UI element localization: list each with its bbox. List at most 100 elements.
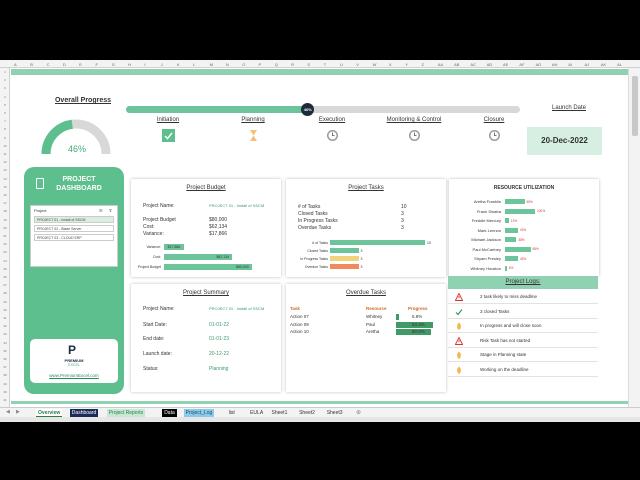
row-header[interactable]: 34 <box>0 341 10 345</box>
column-header[interactable]: AH <box>552 62 558 67</box>
add-sheet-icon[interactable]: ⊕ <box>356 409 361 416</box>
column-header[interactable]: H <box>128 62 131 67</box>
row-header[interactable]: 2 <box>0 78 10 82</box>
project-slicer[interactable]: Project ☰ ⊽ PROJECT 01 - Install of SSCM… <box>30 205 118 267</box>
tab-data[interactable]: Data <box>162 409 177 417</box>
row-header[interactable]: 13 <box>0 168 10 172</box>
column-header[interactable]: Q <box>275 62 278 67</box>
slicer-item[interactable]: PROJECT 03 - CLOUD ERP <box>34 234 114 241</box>
row-header[interactable]: 21 <box>0 234 10 238</box>
row-header[interactable]: 15 <box>0 185 10 189</box>
column-header[interactable]: J <box>161 62 163 67</box>
row-header[interactable]: 23 <box>0 250 10 254</box>
tab-sheet1[interactable]: Sheet1 <box>269 409 290 417</box>
row-header[interactable]: 3 <box>0 86 10 90</box>
row-header[interactable]: 41 <box>0 398 10 402</box>
column-header[interactable]: AK <box>601 62 606 67</box>
column-header[interactable]: O <box>242 62 245 67</box>
row-header[interactable]: 18 <box>0 209 10 213</box>
column-header[interactable]: R <box>291 62 294 67</box>
row-header[interactable]: 14 <box>0 177 10 181</box>
row-header[interactable]: 32 <box>0 324 10 328</box>
column-header[interactable]: I <box>144 62 145 67</box>
row-header[interactable]: 26 <box>0 275 10 279</box>
row-header[interactable]: 36 <box>0 357 10 361</box>
column-header[interactable]: AG <box>536 62 542 67</box>
row-header[interactable]: 38 <box>0 373 10 377</box>
row-header[interactable]: 8 <box>0 127 10 131</box>
tab-project-reports[interactable]: Project Reports <box>106 409 146 417</box>
phase-1[interactable]: Initiation <box>123 117 213 142</box>
tab-dashboard[interactable]: Dashboard <box>69 409 99 417</box>
phase-5[interactable]: Closure <box>449 117 539 142</box>
scrollbar-thumb[interactable] <box>632 76 638 136</box>
column-header[interactable]: T <box>324 62 326 67</box>
column-header[interactable]: C <box>47 62 50 67</box>
row-header[interactable]: 16 <box>0 193 10 197</box>
column-header[interactable]: Z <box>422 62 424 67</box>
column-header[interactable]: W <box>373 62 377 67</box>
column-header[interactable]: AF <box>519 62 524 67</box>
column-header[interactable]: U <box>340 62 343 67</box>
row-header[interactable]: 10 <box>0 144 10 148</box>
tab-scroll-left-icon[interactable]: ◀ <box>6 409 10 415</box>
column-header[interactable]: B <box>30 62 33 67</box>
column-header[interactable]: AA <box>438 62 443 67</box>
row-header[interactable]: 17 <box>0 201 10 205</box>
column-header[interactable]: G <box>112 62 115 67</box>
column-header[interactable]: P <box>259 62 262 67</box>
tab-sheet3[interactable]: Sheet3 <box>324 409 345 417</box>
row-header[interactable]: 40 <box>0 390 10 394</box>
phase-4[interactable]: Monitoring & Control <box>369 117 459 142</box>
column-header[interactable]: AB <box>454 62 459 67</box>
column-header[interactable]: AD <box>487 62 493 67</box>
column-header[interactable]: AI <box>568 62 572 67</box>
row-header[interactable]: 35 <box>0 349 10 353</box>
column-header[interactable]: N <box>226 62 229 67</box>
clear-filter-icon[interactable]: ⊽ <box>109 208 112 213</box>
column-header[interactable]: AJ <box>585 62 590 67</box>
row-header[interactable]: 29 <box>0 300 10 304</box>
row-header[interactable]: 22 <box>0 242 10 246</box>
tab-list[interactable]: list <box>226 409 237 417</box>
phase-2[interactable]: Planning <box>208 117 298 142</box>
column-header[interactable]: M <box>210 62 213 67</box>
column-header[interactable]: V <box>356 62 359 67</box>
row-header[interactable]: 37 <box>0 365 10 369</box>
column-header[interactable]: K <box>177 62 180 67</box>
row-header[interactable]: 33 <box>0 332 10 336</box>
column-header[interactable]: F <box>96 62 98 67</box>
row-header[interactable]: 12 <box>0 160 10 164</box>
website-link[interactable]: www.PremiumExcel.com <box>30 373 118 378</box>
column-header[interactable]: AL <box>617 62 622 67</box>
row-header[interactable]: 30 <box>0 308 10 312</box>
tab-scroll-right-icon[interactable]: ▶ <box>16 409 20 415</box>
column-header[interactable]: S <box>307 62 310 67</box>
slicer-item[interactable]: PROJECT 01 - Install of SSCM <box>34 216 114 223</box>
phase-3[interactable]: Execution <box>287 117 377 142</box>
tab-sheet2[interactable]: Sheet2 <box>297 409 317 417</box>
row-header[interactable]: 27 <box>0 283 10 287</box>
column-header[interactable]: AE <box>503 62 508 67</box>
row-header[interactable]: 24 <box>0 259 10 263</box>
tab-project-log[interactable]: Project_Log <box>183 409 215 417</box>
tab-overview[interactable]: Overview <box>36 409 63 417</box>
row-header[interactable]: 28 <box>0 291 10 295</box>
column-header[interactable]: D <box>63 62 66 67</box>
multi-select-icon[interactable]: ☰ <box>99 208 103 213</box>
row-header[interactable]: 9 <box>0 136 10 140</box>
row-header[interactable]: 6 <box>0 111 10 115</box>
column-header[interactable]: AC <box>470 62 476 67</box>
tab-eula[interactable]: EULA <box>248 409 266 417</box>
column-header[interactable]: Y <box>405 62 408 67</box>
column-header[interactable]: A <box>14 62 17 67</box>
row-header[interactable]: 1 <box>0 70 10 74</box>
row-header[interactable]: 39 <box>0 382 10 386</box>
column-header[interactable]: X <box>389 62 392 67</box>
vertical-scrollbar[interactable] <box>628 68 640 408</box>
row-header[interactable]: 25 <box>0 267 10 271</box>
row-header[interactable]: 4 <box>0 95 10 99</box>
row-header[interactable]: 7 <box>0 119 10 123</box>
row-header[interactable]: 19 <box>0 218 10 222</box>
row-header[interactable]: 31 <box>0 316 10 320</box>
